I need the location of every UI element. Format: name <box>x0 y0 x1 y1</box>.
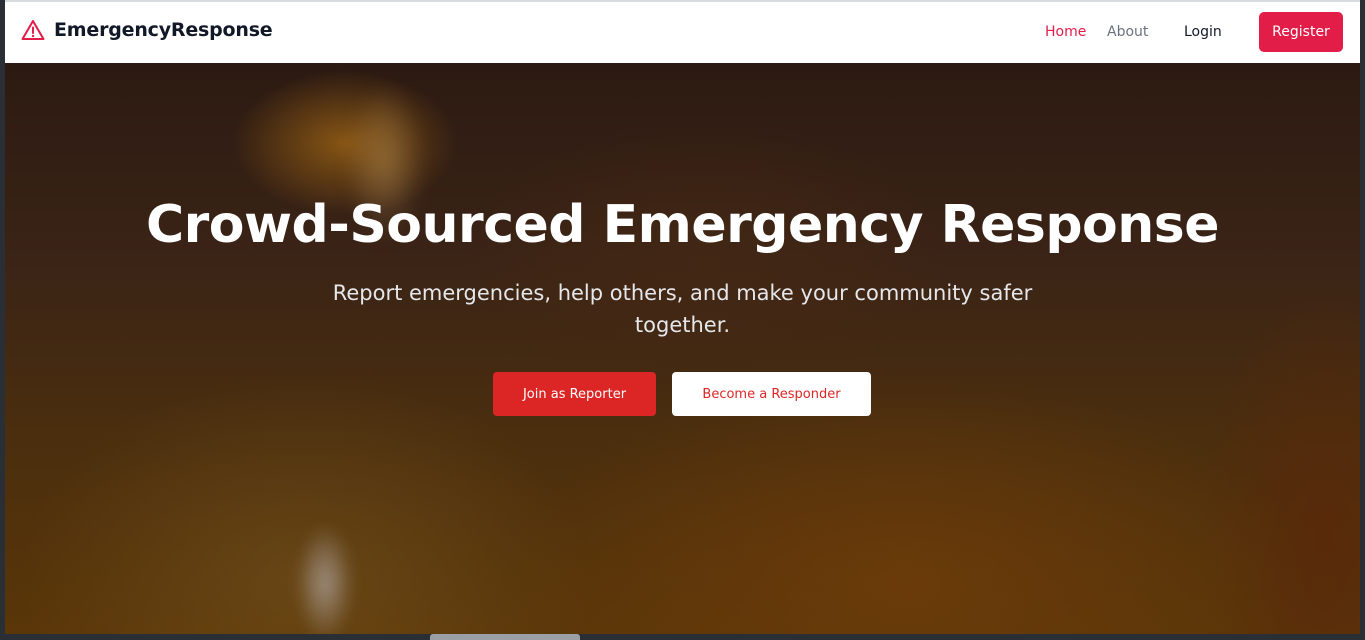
become-a-responder-button[interactable]: Become a Responder <box>672 372 871 416</box>
app-window: EmergencyResponse Home About Login Regis… <box>5 0 1360 634</box>
warning-triangle-icon <box>21 19 45 41</box>
brand[interactable]: EmergencyResponse <box>21 19 273 41</box>
register-button[interactable]: Register <box>1259 12 1343 52</box>
hero-background-highlight <box>295 523 355 634</box>
bottom-edge-element <box>430 634 580 640</box>
hero-subtitle: Report emergencies, help others, and mak… <box>332 281 1033 337</box>
brand-name: EmergencyResponse <box>54 19 273 41</box>
hero-section: Crowd-Sourced Emergency Response Report … <box>5 63 1360 634</box>
join-as-reporter-button[interactable]: Join as Reporter <box>493 372 656 416</box>
top-navbar: EmergencyResponse Home About Login Regis… <box>5 0 1360 63</box>
nav-about-link[interactable]: About <box>1107 24 1148 40</box>
nav-login-link[interactable]: Login <box>1184 24 1222 40</box>
hero-title: Crowd-Sourced Emergency Response <box>145 195 1220 255</box>
nav-home-link[interactable]: Home <box>1045 24 1086 40</box>
